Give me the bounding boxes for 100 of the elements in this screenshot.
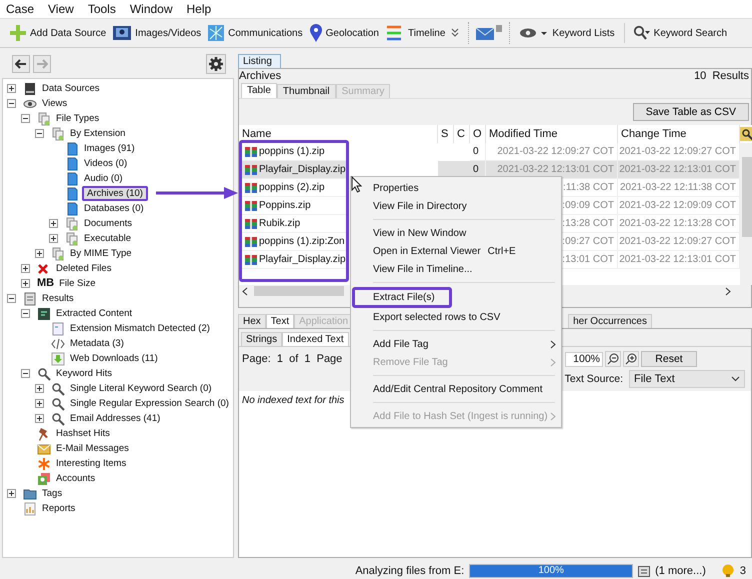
tree-item[interactable]: Data Sources xyxy=(40,82,102,95)
text-source-dropdown[interactable]: File Text xyxy=(629,370,745,388)
expand-toggle[interactable] xyxy=(7,99,16,108)
zoom-out-button[interactable] xyxy=(605,351,621,367)
tree-item[interactable]: Deleted Files xyxy=(54,262,114,275)
tree-item[interactable]: Extracted Content xyxy=(54,307,134,320)
reset-button[interactable]: Reset xyxy=(641,351,697,367)
zoom-field[interactable]: 100% xyxy=(565,352,603,366)
toolbar-button[interactable] xyxy=(468,22,510,44)
tree-item[interactable]: Tags xyxy=(40,487,64,500)
tree-item[interactable]: Keyword Hits xyxy=(54,367,114,380)
tree-item[interactable]: Audio (0) xyxy=(82,172,125,185)
column-header[interactable]: Name xyxy=(239,125,438,143)
expand-toggle[interactable] xyxy=(7,294,16,303)
tree-item[interactable]: By MIME Type xyxy=(68,247,134,260)
tree-item[interactable]: Web Downloads (11) xyxy=(68,352,160,365)
column-header[interactable]: C xyxy=(454,125,470,143)
tree-item[interactable]: Extension Mismatch Detected (2) xyxy=(68,322,212,335)
expand-toggle[interactable] xyxy=(7,489,16,498)
toolbar-button[interactable]: Keyword Lists xyxy=(516,25,618,41)
tree-item[interactable]: Databases (0) xyxy=(82,202,146,215)
menu-item[interactable]: Case xyxy=(6,2,34,16)
tab[interactable]: Indexed Text xyxy=(282,332,349,346)
tree-item[interactable]: Single Literal Keyword Search (0) xyxy=(68,382,214,395)
toolbar-button[interactable]: Geolocation xyxy=(306,21,382,45)
column-chooser-icon[interactable] xyxy=(740,127,752,141)
expand-toggle[interactable] xyxy=(21,369,30,378)
tree-item[interactable]: By Extension xyxy=(68,127,128,140)
toolbar-button[interactable]: Add Data Source xyxy=(6,22,110,44)
expand-toggle[interactable] xyxy=(21,114,30,123)
menu-item[interactable]: Tools xyxy=(88,2,116,16)
expand-toggle[interactable] xyxy=(35,414,44,423)
tab[interactable]: Thumbnail xyxy=(276,84,336,98)
expand-toggle[interactable] xyxy=(35,399,44,408)
column-header[interactable]: Modified Time xyxy=(486,125,618,143)
tree-item[interactable]: Views xyxy=(40,97,70,110)
task-list-icon[interactable] xyxy=(638,566,650,576)
more-tasks-link[interactable]: (1 more...) xyxy=(655,565,706,577)
save-csv-button[interactable]: Save Table as CSV xyxy=(632,103,749,121)
expand-toggle[interactable] xyxy=(35,384,44,393)
column-header[interactable]: S xyxy=(438,125,454,143)
tree-item[interactable]: Videos (0) xyxy=(82,157,130,170)
tree-item[interactable]: Interesting Items xyxy=(54,457,128,470)
chevron-icon[interactable] xyxy=(242,286,248,296)
toolbar-button[interactable]: Images/Videos xyxy=(109,22,204,44)
menu-item[interactable]: Add File Tag xyxy=(351,335,561,353)
table-cell[interactable]: Playfair_Display.zip xyxy=(242,161,346,179)
expand-toggle[interactable] xyxy=(21,279,30,288)
column-header[interactable]: O xyxy=(470,125,486,143)
zoom-in-button[interactable] xyxy=(623,351,639,367)
menu-item[interactable]: View xyxy=(48,2,74,16)
tree-item[interactable]: Results xyxy=(40,292,76,305)
notification-count: 3 xyxy=(740,565,746,577)
tree-item[interactable]: Reports xyxy=(40,502,78,515)
tab[interactable]: Strings xyxy=(241,332,282,346)
tree-item[interactable]: File Types xyxy=(54,112,102,125)
toolbar-button[interactable]: Keyword Search xyxy=(624,23,730,43)
scrollbar[interactable] xyxy=(740,143,752,285)
menu-item[interactable]: Window xyxy=(130,2,173,16)
tree-item[interactable]: Executable xyxy=(82,232,134,245)
chevron-icon[interactable] xyxy=(725,286,731,296)
tree-item[interactable]: Accounts xyxy=(54,472,98,485)
expand-toggle[interactable] xyxy=(21,309,30,318)
tab[interactable]: Listing xyxy=(238,54,281,68)
tree-item[interactable]: Documents xyxy=(82,217,134,230)
back-button[interactable] xyxy=(12,55,30,73)
tree-item[interactable]: E-Mail Messages xyxy=(54,442,131,455)
tree-item[interactable]: Single Regular Expression Search (0) xyxy=(68,397,231,410)
table-cell[interactable]: poppins (2).zip xyxy=(242,179,346,197)
table-cell[interactable]: Rubik.zip xyxy=(242,215,346,233)
tree-item[interactable]: Metadata (3) xyxy=(68,337,126,350)
tab[interactable]: Hex xyxy=(238,314,266,328)
tree-item[interactable]: Hashset Hits xyxy=(54,427,112,440)
table-cell[interactable]: Playfair_Display.zip xyxy=(242,251,346,269)
expand-toggle[interactable] xyxy=(21,264,30,273)
expand-toggle[interactable] xyxy=(49,219,58,228)
settings-button[interactable] xyxy=(206,54,226,74)
tab[interactable]: Text xyxy=(266,314,294,328)
menu-item[interactable]: Extract File(s) xyxy=(352,287,452,308)
expand-toggle[interactable] xyxy=(7,84,16,93)
menu-item[interactable]: Add/Edit Central Repository Comment xyxy=(351,380,561,398)
expand-toggle[interactable] xyxy=(49,234,58,243)
expand-toggle[interactable] xyxy=(35,249,44,258)
table-cell[interactable]: poppins (1).zip:Zon xyxy=(242,233,346,251)
archive-icon xyxy=(245,164,257,176)
tree-item[interactable]: Images (91) xyxy=(82,142,137,155)
menu-item[interactable]: Export selected rows to CSV xyxy=(351,308,561,326)
tree-item[interactable]: Archives (10) xyxy=(82,186,148,201)
tab[interactable]: her Occurrences xyxy=(568,314,652,328)
archive-icon xyxy=(245,236,257,248)
toolbar-button[interactable]: Timeline xyxy=(382,22,448,44)
minus-icon xyxy=(22,310,29,317)
menu-item[interactable]: Help xyxy=(186,2,212,16)
tab[interactable]: Table xyxy=(241,83,277,98)
tree-item[interactable]: Email Addresses (41) xyxy=(68,412,162,425)
expand-toggle[interactable] xyxy=(35,129,44,138)
tree-item[interactable]: File Size xyxy=(57,277,98,290)
toolbar-button[interactable]: Communications xyxy=(204,22,306,44)
table-cell[interactable]: Poppins.zip xyxy=(242,197,346,215)
lightbulb-icon[interactable] xyxy=(720,564,735,578)
